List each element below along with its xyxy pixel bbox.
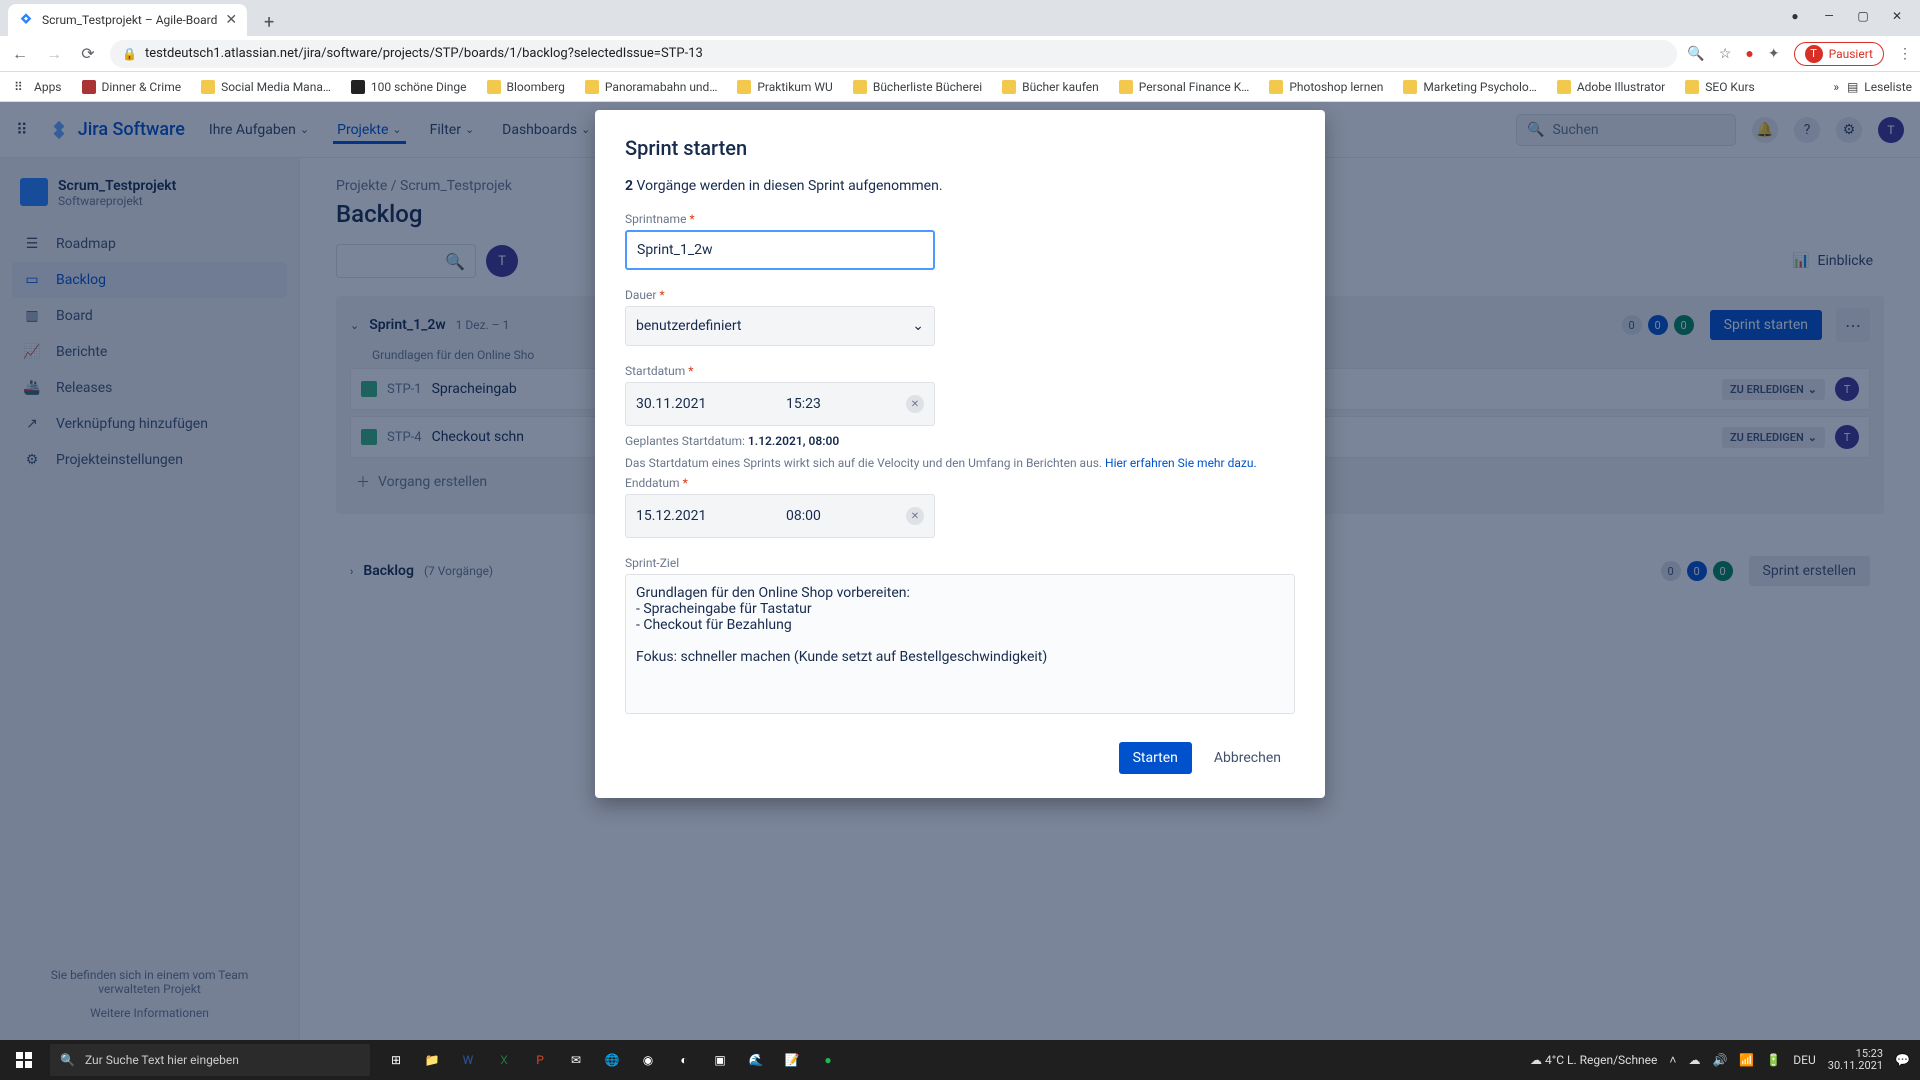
- bookmark-item[interactable]: SEO Kurs: [1679, 80, 1760, 94]
- bookmark-item[interactable]: Bloomberg: [481, 80, 571, 94]
- bookmark-item[interactable]: Personal Finance K…: [1113, 80, 1256, 94]
- explorer-icon[interactable]: 📁: [416, 1044, 448, 1076]
- adblock-icon[interactable]: ●: [1745, 45, 1753, 62]
- menu-icon[interactable]: ⋮: [1898, 46, 1912, 62]
- minimize-button[interactable]: —: [1814, 9, 1844, 23]
- end-date-input[interactable]: [626, 508, 776, 524]
- forward-button[interactable]: →: [42, 42, 66, 66]
- bookmark-item[interactable]: Social Media Mana…: [195, 80, 337, 94]
- account-dot-icon[interactable]: ●: [1780, 9, 1810, 23]
- notifications-tray-icon[interactable]: 💬: [1895, 1053, 1910, 1067]
- learn-more-link[interactable]: Hier erfahren Sie mehr dazu.: [1105, 456, 1257, 470]
- startdate-label: Startdatum *: [625, 364, 1295, 378]
- start-time-input[interactable]: [776, 396, 866, 412]
- duration-select[interactable]: benutzerdefiniert⌄: [625, 306, 935, 346]
- windows-taskbar: 🔍Zur Suche Text hier eingeben ⊞ 📁 W X P …: [0, 1040, 1920, 1080]
- extensions-icon[interactable]: ✦: [1768, 46, 1780, 62]
- battery-icon[interactable]: 🔋: [1766, 1053, 1781, 1067]
- planned-start-helper: Geplantes Startdatum: 1.12.2021, 08:00: [625, 434, 1295, 448]
- jira-favicon-icon: [18, 12, 34, 28]
- start-button[interactable]: [0, 1040, 48, 1080]
- browser-tab-bar: Scrum_Testprojekt – Agile-Board ✕ + ● — …: [0, 0, 1920, 36]
- mail-icon[interactable]: ✉: [560, 1044, 592, 1076]
- address-bar: ← → ⟳ 🔒 testdeutsch1.atlassian.net/jira/…: [0, 36, 1920, 72]
- apps-shortcut[interactable]: ⠿Apps: [8, 80, 68, 94]
- end-time-input[interactable]: [776, 508, 866, 524]
- spotify-icon[interactable]: ●: [812, 1044, 844, 1076]
- reload-button[interactable]: ⟳: [76, 42, 100, 66]
- maximize-button[interactable]: ▢: [1848, 9, 1878, 23]
- bookmark-item[interactable]: Bücherliste Bücherei: [847, 80, 988, 94]
- clock[interactable]: 15:2330.11.2021: [1828, 1048, 1883, 1072]
- profile-paused[interactable]: TPausiert: [1794, 42, 1884, 66]
- volume-icon[interactable]: 🔊: [1712, 1053, 1727, 1067]
- bookmark-item[interactable]: Praktikum WU: [731, 80, 838, 94]
- windows-search[interactable]: 🔍Zur Suche Text hier eingeben: [50, 1044, 370, 1076]
- obs-icon[interactable]: ◉: [632, 1044, 664, 1076]
- back-button[interactable]: ←: [8, 42, 32, 66]
- search-icon: 🔍: [60, 1053, 75, 1067]
- velocity-helper: Das Startdatum eines Sprints wirkt sich …: [625, 456, 1295, 470]
- wifi-icon[interactable]: 📶: [1739, 1053, 1754, 1067]
- url-input[interactable]: 🔒 testdeutsch1.atlassian.net/jira/softwa…: [110, 40, 1677, 68]
- bookmark-item[interactable]: Bücher kaufen: [996, 80, 1105, 94]
- onedrive-icon[interactable]: ☁: [1688, 1053, 1700, 1067]
- task-view-icon[interactable]: ⊞: [380, 1044, 412, 1076]
- bookmark-item[interactable]: Dinner & Crime: [76, 80, 188, 94]
- bookmark-item[interactable]: Marketing Psycholo…: [1397, 80, 1542, 94]
- window-controls: ● — ▢ ✕: [1772, 0, 1920, 32]
- app-icon[interactable]: ▣: [704, 1044, 736, 1076]
- chrome-icon[interactable]: 🌐: [596, 1044, 628, 1076]
- browser-tab[interactable]: Scrum_Testprojekt – Agile-Board ✕: [8, 4, 247, 36]
- bookmarks-bar: ⠿Apps Dinner & Crime Social Media Mana… …: [0, 72, 1920, 102]
- windows-icon: [16, 1052, 32, 1068]
- zoom-icon[interactable]: 🔍: [1687, 46, 1704, 62]
- modal-info: 2 Vorgänge werden in diesen Sprint aufge…: [625, 178, 1295, 194]
- excel-icon[interactable]: X: [488, 1044, 520, 1076]
- overflow-bookmarks[interactable]: »: [1833, 80, 1839, 94]
- word-icon[interactable]: W: [452, 1044, 484, 1076]
- close-window-button[interactable]: ✕: [1882, 9, 1912, 23]
- sprintname-label: Sprintname *: [625, 212, 1295, 226]
- sprint-goal-textarea[interactable]: [625, 574, 1295, 714]
- language-indicator[interactable]: DEU: [1793, 1053, 1815, 1067]
- modal-title: Sprint starten: [625, 136, 1295, 160]
- cancel-button[interactable]: Abbrechen: [1200, 742, 1295, 774]
- bookmark-star-icon[interactable]: ☆: [1719, 46, 1732, 62]
- edge-icon[interactable]: 🌊: [740, 1044, 772, 1076]
- weather-widget[interactable]: ☁ 4°C L. Regen/Schnee: [1530, 1053, 1657, 1067]
- sprintname-input[interactable]: [625, 230, 935, 270]
- reading-list[interactable]: ▤Leseliste: [1847, 80, 1912, 94]
- start-sprint-modal: Sprint starten 2 Vorgänge werden in dies…: [595, 110, 1325, 798]
- clear-date-icon[interactable]: ✕: [906, 507, 924, 525]
- start-button[interactable]: Starten: [1119, 742, 1192, 774]
- tab-close-icon[interactable]: ✕: [225, 12, 237, 28]
- clear-date-icon[interactable]: ✕: [906, 395, 924, 413]
- powerpoint-icon[interactable]: P: [524, 1044, 556, 1076]
- start-date-input[interactable]: [626, 396, 776, 412]
- url-text: testdeutsch1.atlassian.net/jira/software…: [145, 46, 703, 61]
- tab-title: Scrum_Testprojekt – Agile-Board: [42, 13, 217, 27]
- bookmark-item[interactable]: 100 schöne Dinge: [345, 80, 473, 94]
- duration-label: Dauer *: [625, 288, 1295, 302]
- enddate-label: Enddatum *: [625, 476, 1295, 490]
- reading-list-icon: ▤: [1847, 80, 1858, 94]
- notepad-icon[interactable]: 📝: [776, 1044, 808, 1076]
- bookmark-item[interactable]: Adobe Illustrator: [1551, 80, 1671, 94]
- app-icon[interactable]: ◐: [668, 1044, 700, 1076]
- bookmark-item[interactable]: Panoramabahn und…: [579, 80, 723, 94]
- modal-overlay: Sprint starten 2 Vorgänge werden in dies…: [0, 102, 1920, 1040]
- new-tab-button[interactable]: +: [255, 8, 283, 36]
- chevron-down-icon: ⌄: [912, 318, 924, 334]
- sprint-goal-label: Sprint-Ziel: [625, 556, 1295, 570]
- bookmark-item[interactable]: Photoshop lernen: [1263, 80, 1389, 94]
- tray-chevron-icon[interactable]: ˄: [1669, 1053, 1676, 1067]
- apps-icon: ⠿: [14, 80, 28, 94]
- lock-icon: 🔒: [122, 47, 137, 61]
